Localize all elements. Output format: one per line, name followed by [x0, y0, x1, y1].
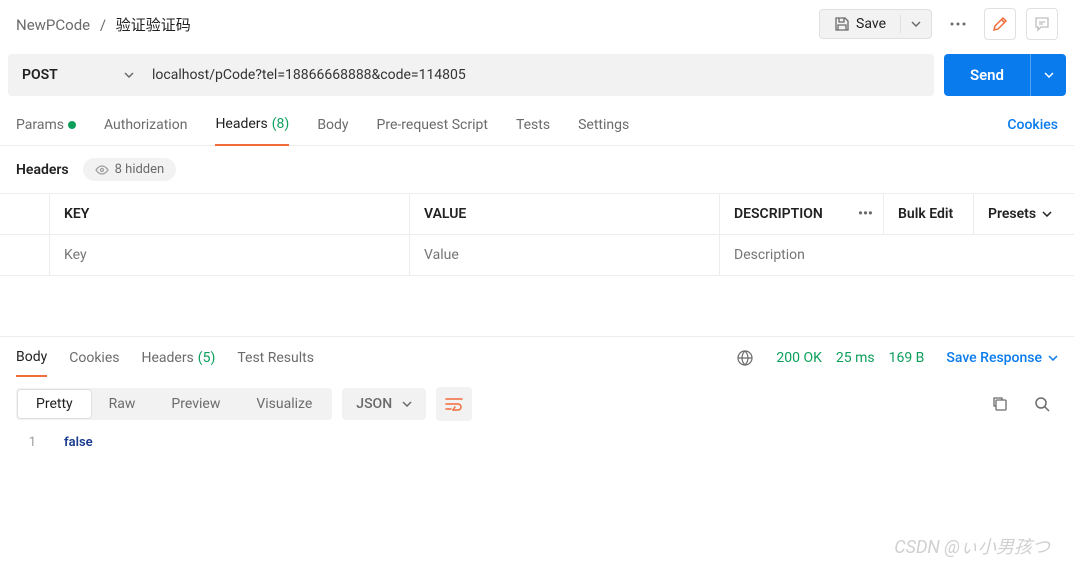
headers-subsection: Headers 8 hidden	[0, 146, 1074, 193]
column-options[interactable]: •••	[844, 194, 884, 234]
save-button[interactable]: Save	[820, 10, 900, 38]
comment-button[interactable]	[1026, 8, 1058, 40]
pencil-icon	[992, 16, 1008, 32]
code-line[interactable]: 1 false	[16, 435, 1058, 450]
save-dropdown[interactable]	[900, 15, 931, 33]
wrap-lines-button[interactable]	[436, 387, 472, 421]
response-tab-cookies[interactable]: Cookies	[69, 350, 119, 376]
breadcrumb-parent[interactable]: NewPCode	[16, 16, 90, 34]
comment-icon	[1034, 16, 1050, 32]
globe-icon[interactable]	[736, 349, 754, 367]
presets-button[interactable]: Presets	[974, 194, 1074, 234]
response-size: 169 B	[889, 350, 925, 366]
top-bar: NewPCode / 验证验证码 Save	[0, 0, 1074, 48]
copy-icon	[992, 396, 1008, 412]
bulk-edit-button[interactable]: Bulk Edit	[884, 194, 974, 234]
response-tab-tests[interactable]: Test Results	[237, 350, 314, 376]
response-view-row: Pretty Raw Preview Visualize JSON	[0, 377, 1074, 431]
headers-table-row	[0, 235, 1074, 275]
headers-table-header: KEY VALUE DESCRIPTION ••• Bulk Edit Pres…	[0, 194, 1074, 235]
request-tabs: Params Authorization Headers(8) Body Pre…	[0, 102, 1074, 146]
response-tab-body[interactable]: Body	[16, 349, 47, 377]
checkbox-column	[0, 194, 50, 234]
description-header: DESCRIPTION	[720, 194, 844, 234]
value-input[interactable]	[424, 247, 705, 263]
chevron-down-icon	[911, 21, 921, 27]
response-body-text: false	[64, 435, 93, 450]
edit-button[interactable]	[984, 8, 1016, 40]
send-button-group: Send	[944, 54, 1066, 96]
save-label: Save	[856, 16, 886, 32]
description-input[interactable]	[734, 247, 1060, 263]
response-status: 200 OK 25 ms 169 B	[776, 350, 924, 376]
key-input[interactable]	[64, 247, 395, 263]
chevron-down-icon	[402, 401, 412, 407]
line-number: 1	[16, 435, 36, 450]
search-icon	[1034, 396, 1050, 412]
tab-headers[interactable]: Headers(8)	[215, 116, 289, 146]
value-header: VALUE	[410, 194, 720, 234]
status-code: 200 OK	[776, 350, 822, 366]
chevron-down-icon	[1048, 355, 1058, 361]
response-time: 25 ms	[836, 350, 875, 366]
url-input[interactable]	[138, 54, 934, 96]
watermark: CSDN @ぃ小男孩つ	[894, 533, 1050, 559]
search-button[interactable]	[1026, 388, 1058, 420]
copy-button[interactable]	[984, 388, 1016, 420]
save-response-button[interactable]: Save Response	[946, 350, 1058, 376]
more-options-button[interactable]	[942, 8, 974, 40]
cookies-link[interactable]: Cookies	[1007, 117, 1058, 145]
save-icon	[834, 16, 850, 32]
view-pretty[interactable]: Pretty	[18, 390, 91, 418]
tab-body[interactable]: Body	[317, 117, 348, 145]
breadcrumb-separator: /	[100, 16, 106, 34]
method-value: POST	[22, 67, 58, 83]
ellipsis-icon	[950, 22, 966, 26]
chevron-down-icon	[1042, 211, 1052, 217]
chevron-down-icon	[1044, 72, 1054, 78]
tab-tests[interactable]: Tests	[516, 117, 550, 145]
format-select[interactable]: JSON	[342, 388, 426, 420]
tab-settings[interactable]: Settings	[578, 117, 629, 145]
send-button[interactable]: Send	[944, 54, 1030, 96]
method-select[interactable]: POST	[8, 54, 148, 96]
save-button-group: Save	[819, 9, 932, 39]
response-tab-headers[interactable]: Headers(5)	[141, 350, 215, 376]
hidden-count: 8 hidden	[115, 162, 165, 177]
chevron-down-icon	[124, 72, 134, 78]
tab-params[interactable]: Params	[16, 117, 76, 145]
tab-authorization[interactable]: Authorization	[104, 117, 187, 145]
params-indicator-dot	[68, 121, 76, 129]
wrap-icon	[445, 397, 463, 411]
tab-prerequest[interactable]: Pre-request Script	[377, 117, 488, 145]
request-row: POST Send	[0, 48, 1074, 102]
eye-icon	[95, 165, 109, 175]
topbar-actions: Save	[819, 8, 1058, 40]
view-visualize[interactable]: Visualize	[238, 390, 330, 418]
response-body: 1 false	[0, 431, 1074, 454]
view-raw[interactable]: Raw	[91, 390, 154, 418]
breadcrumb-current[interactable]: 验证验证码	[116, 16, 191, 34]
headers-table: KEY VALUE DESCRIPTION ••• Bulk Edit Pres…	[0, 193, 1074, 276]
view-mode-tabs: Pretty Raw Preview Visualize	[16, 388, 332, 420]
breadcrumb: NewPCode / 验证验证码	[16, 14, 191, 35]
headers-label: Headers	[16, 162, 69, 178]
view-preview[interactable]: Preview	[153, 390, 238, 418]
response-tabs: Body Cookies Headers(5) Test Results 200…	[0, 336, 1074, 377]
send-dropdown[interactable]	[1030, 54, 1066, 96]
key-header: KEY	[50, 194, 410, 234]
hidden-headers-toggle[interactable]: 8 hidden	[83, 158, 177, 181]
